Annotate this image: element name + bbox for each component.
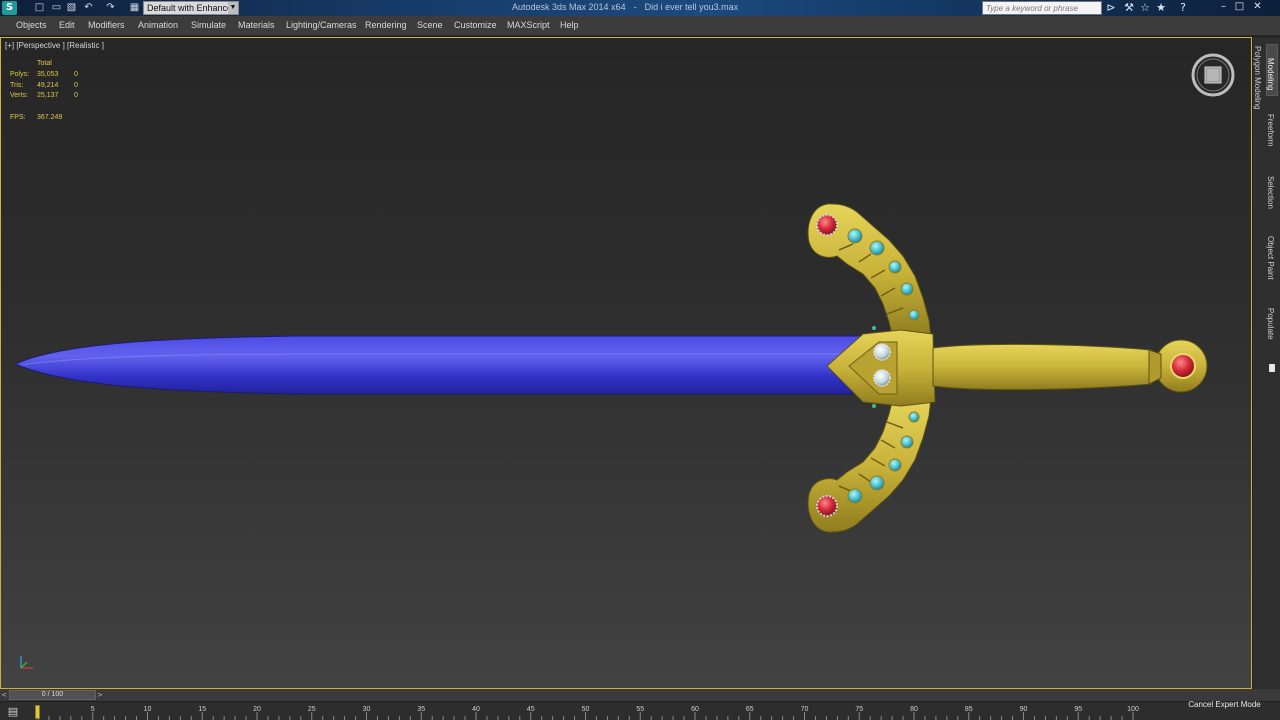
ribbon-panel-polygon-modeling[interactable]: Polygon Modeling	[1253, 46, 1262, 110]
gem-white	[873, 343, 891, 361]
ruler-tick-label: 100	[1127, 706, 1139, 713]
menu-bar: Objects Edit Modifiers Animation Simulat…	[0, 16, 1280, 36]
save-file-icon[interactable]: ▧	[65, 2, 78, 14]
time-prev-button[interactable]: <	[0, 690, 8, 700]
redo-icon[interactable]: ↷	[104, 2, 117, 14]
title-bar: S □ ▭ ▧ ↶ ↷ ▦ Default with Enhance ▼ Aut…	[0, 0, 1280, 16]
binoculars-icon[interactable]: ⊳	[1104, 1, 1118, 15]
ruler-tick-label: 25	[308, 706, 316, 713]
tab-freeform[interactable]: Freeform	[1266, 114, 1275, 146]
ruler-tick-label: 30	[363, 706, 371, 713]
close-icon[interactable]: ✕	[1250, 0, 1265, 14]
time-slider[interactable]: < 0 / 100 >	[0, 689, 1280, 701]
tab-populate[interactable]: Populate	[1266, 308, 1275, 340]
gem-cyan	[847, 228, 863, 244]
menu-maxscript[interactable]: MAXScript	[507, 20, 550, 30]
time-next-button[interactable]: >	[96, 690, 104, 700]
track-ruler[interactable]: 5 10 15 20 25 30 35 40 45 50 55 60 65 70 75 80 85 90 95 100	[0, 702, 1170, 720]
workspace-value: Default with Enhance	[147, 3, 233, 13]
time-slider-thumb[interactable]: 0 / 100	[9, 690, 96, 700]
ruler-tick-label: 20	[253, 706, 261, 713]
chevron-down-icon: ▼	[228, 2, 238, 14]
ruler-tick-label: 55	[636, 706, 644, 713]
ruler-tick-label: 75	[855, 706, 863, 713]
favorite-icon[interactable]: ★	[1154, 1, 1168, 15]
ruler-tick-label: 85	[965, 706, 973, 713]
tools-icon[interactable]: ⚒	[1122, 1, 1136, 15]
ruler-tick-label: 50	[582, 706, 590, 713]
new-file-icon[interactable]: □	[33, 2, 46, 14]
gem-cyan	[888, 260, 902, 274]
gem-cyan	[888, 458, 902, 472]
ruler-tick-label: 10	[144, 706, 152, 713]
project-folder-icon[interactable]: ▦	[128, 2, 141, 14]
ruler-tick-label: 65	[746, 706, 754, 713]
gem-red	[816, 214, 838, 236]
menu-modifiers[interactable]: Modifiers	[88, 20, 125, 30]
ruler-tick-label: 90	[1020, 706, 1028, 713]
app-name: Autodesk 3ds Max 2014 x64	[512, 2, 626, 12]
gem-cyan	[900, 282, 914, 296]
undo-icon[interactable]: ↶	[82, 2, 95, 14]
ruler-tick-label: 15	[198, 706, 206, 713]
sword-model[interactable]	[1, 38, 1251, 688]
file-name: Did i ever tell you3.max	[644, 2, 739, 12]
restore-icon[interactable]: □	[1232, 0, 1247, 14]
menu-rendering[interactable]: Rendering	[365, 20, 407, 30]
ribbon-toggle-icon[interactable]	[1269, 364, 1275, 372]
tab-object-paint[interactable]: Object Paint	[1266, 236, 1275, 280]
gem-cyan	[908, 309, 920, 321]
current-frame-marker[interactable]	[35, 705, 40, 719]
sword-blade	[13, 335, 872, 395]
ruler-tick-label: 60	[691, 706, 699, 713]
window-title: Autodesk 3ds Max 2014 x64- Did i ever tel…	[512, 2, 739, 12]
menu-animation[interactable]: Animation	[138, 20, 178, 30]
gem-red	[816, 495, 838, 517]
axis-tripod-icon	[20, 656, 33, 669]
ruler-tick-label: 80	[910, 706, 918, 713]
menu-edit[interactable]: Edit	[59, 20, 75, 30]
gem-white	[873, 369, 891, 387]
search-input[interactable]	[982, 1, 1102, 15]
gem-cyan	[869, 475, 885, 491]
ruler-tick-label: 70	[801, 706, 809, 713]
ruler-tick-label: 45	[527, 706, 535, 713]
ruler-tick-label: 5	[91, 706, 95, 713]
menu-objects[interactable]: Objects	[16, 20, 47, 30]
tab-modeling[interactable]: Modeling	[1266, 58, 1275, 90]
minimize-icon[interactable]: –	[1216, 0, 1231, 14]
gem-red	[1170, 353, 1196, 379]
app-logo-icon[interactable]: S	[2, 1, 17, 15]
gem-cyan	[869, 240, 885, 256]
gem-cyan	[900, 435, 914, 449]
ruler-tick-label: 95	[1074, 706, 1082, 713]
menu-customize[interactable]: Customize	[454, 20, 497, 30]
open-file-icon[interactable]: ▭	[50, 2, 63, 14]
perspective-viewport[interactable]: [+] [Perspective ] [Realistic ] Total Po…	[0, 37, 1252, 689]
menu-scene[interactable]: Scene	[417, 20, 443, 30]
menu-simulate[interactable]: Simulate	[191, 20, 226, 30]
gem-cyan	[847, 488, 863, 504]
cancel-expert-mode-button[interactable]: Cancel Expert Mode	[1172, 698, 1277, 712]
workspace-dropdown[interactable]: Default with Enhance ▼	[143, 1, 239, 15]
menu-materials[interactable]: Materials	[238, 20, 275, 30]
gem-cyan	[908, 411, 920, 423]
menu-lighting-cameras[interactable]: Lighting/Cameras	[286, 20, 357, 30]
track-bar[interactable]: ▤ 5 10 15 20 25 30 35 40 45 50 55 60 65 70 75 80 85 90 95 1…	[0, 701, 1280, 720]
star-icon[interactable]: ☆	[1138, 1, 1152, 15]
help-icon[interactable]: ?	[1176, 1, 1190, 15]
ruler-tick-label: 40	[472, 706, 480, 713]
ruler-tick-label: 35	[417, 706, 425, 713]
sword-grip	[932, 343, 1152, 391]
menu-help[interactable]: Help	[560, 20, 579, 30]
tab-selection[interactable]: Selection	[1266, 176, 1275, 209]
